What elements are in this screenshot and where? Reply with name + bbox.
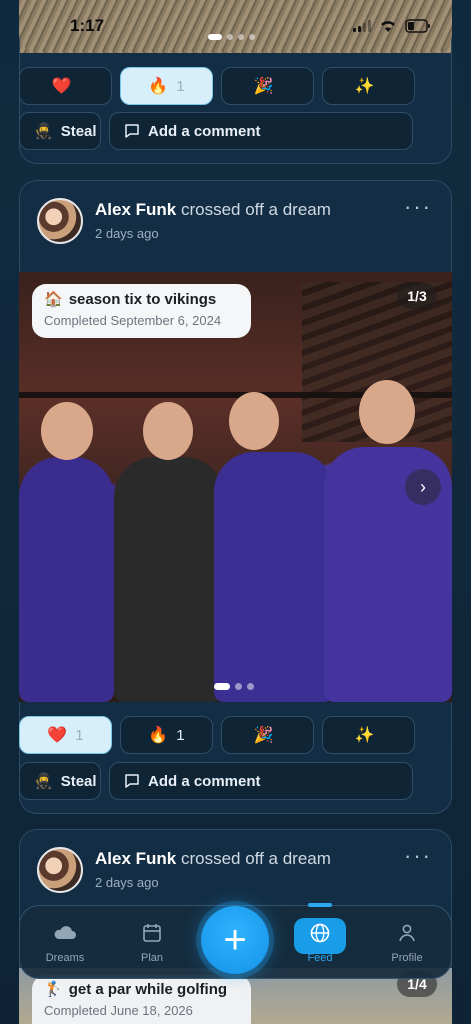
fire-icon: 🔥 [148,727,169,744]
sparkles-icon: ✨ [354,727,375,744]
more-options-icon[interactable]: ··· [404,843,432,869]
reaction-heart-button[interactable]: ❤️ [19,67,112,105]
post-action-text: crossed off a dream [180,849,331,868]
image-counter: 1/3 [397,283,437,309]
reaction-heart-button[interactable]: ❤️ 1 [19,716,112,754]
reaction-sparkles-button[interactable]: ✨ [322,67,415,105]
photo-head [41,402,93,460]
photo-person [114,457,224,702]
dream-title: get a par while golfing [68,980,228,998]
reaction-fire-button[interactable]: 🔥 1 [120,716,213,754]
house-icon: 🏠 [44,291,63,308]
add-dream-button[interactable]: + [201,906,269,974]
signal-icon [353,20,371,32]
post-title: Alex Funk crossed off a dream [95,849,331,869]
photo-person [19,457,114,702]
nav-label: Feed [307,952,333,964]
image-pager-dots [214,683,254,690]
party-popper-icon: 🎉 [253,78,274,95]
nav-item-plan[interactable]: Plan [117,922,187,964]
reaction-party-button[interactable]: 🎉 [221,716,314,754]
post-title: Alex Funk crossed off a dream [95,200,331,220]
status-time: 1:17 [70,16,105,35]
post-action-text: crossed off a dream [180,200,331,219]
add-comment-button[interactable]: Add a comment [109,112,413,150]
dream-completed-date: Completed September 6, 2024 [44,313,222,328]
nav-item-feed[interactable]: Feed [285,922,355,964]
nav-label: Plan [140,952,164,964]
photo-person [214,452,334,702]
next-image-icon[interactable]: › [405,469,441,505]
steal-label: Steal [60,772,97,790]
plus-icon: + [223,917,247,962]
dream-tag[interactable]: 🏠 season tix to vikings Completed Septemb… [32,284,251,338]
ninja-icon: 🥷 [34,123,53,140]
golfer-icon: 🏌️ [44,981,63,998]
dream-tag[interactable]: 🏌️ get a par while golfing Completed June… [32,975,251,1024]
party-popper-icon: 🎉 [253,727,274,744]
avatar[interactable] [37,847,83,893]
photo-head [359,380,415,444]
steal-button[interactable]: 🥷 Steal [19,112,101,150]
comment-icon [125,124,139,138]
photo-pager-dots [208,34,255,40]
post-actions: 🥷 Steal Add a comment [19,762,413,800]
reaction-party-button[interactable]: 🎉 [221,67,314,105]
nav-label: Dreams [45,952,85,964]
avatar[interactable] [37,198,83,244]
photo-head [229,392,279,450]
photo-head [143,402,193,460]
heart-icon: ❤️ [51,78,72,95]
author-name[interactable]: Alex Funk [95,849,176,868]
post-header: Alex Funk crossed off a dream 2 days ago… [19,180,452,270]
author-name[interactable]: Alex Funk [95,200,176,219]
active-indicator [308,903,332,907]
post-reactions: ❤️ 1 🔥 1 🎉 ✨ [19,716,415,754]
more-options-icon[interactable]: ··· [404,194,432,220]
person-icon [399,924,415,942]
post-timestamp: 2 days ago [95,226,159,241]
dream-title: season tix to vikings [68,290,217,308]
comment-icon [125,774,139,788]
globe-icon [310,923,330,943]
add-comment-label: Add a comment [148,772,261,790]
status-bar: 1:17 [0,0,471,52]
post-timestamp: 2 days ago [95,875,159,890]
add-comment-button[interactable]: Add a comment [109,762,413,800]
nav-item-profile[interactable]: Profile [372,922,442,964]
reaction-count: 1 [75,726,84,744]
dream-completed-date: Completed June 18, 2026 [44,1003,193,1018]
battery-icon [405,19,430,33]
calendar-icon [143,924,161,942]
wifi-icon [381,21,395,32]
previous-post-actions: 🥷 Steal Add a comment [19,112,413,150]
sparkles-icon: ✨ [354,78,375,95]
fire-icon: 🔥 [148,78,169,95]
reaction-sparkles-button[interactable]: ✨ [322,716,415,754]
status-icons [353,19,431,33]
reaction-count: 1 [176,726,185,744]
ninja-icon: 🥷 [34,773,53,790]
nav-label: Profile [391,952,423,964]
steal-button[interactable]: 🥷 Steal [19,762,101,800]
steal-label: Steal [60,122,97,140]
reaction-count: 1 [176,77,185,95]
reaction-fire-button[interactable]: 🔥 1 [120,67,213,105]
previous-post-reactions: ❤️ 🔥 1 🎉 ✨ [19,67,415,105]
heart-icon: ❤️ [47,727,68,744]
add-comment-label: Add a comment [148,122,261,140]
cloud-icon [54,926,76,939]
nav-item-dreams[interactable]: Dreams [30,922,100,964]
